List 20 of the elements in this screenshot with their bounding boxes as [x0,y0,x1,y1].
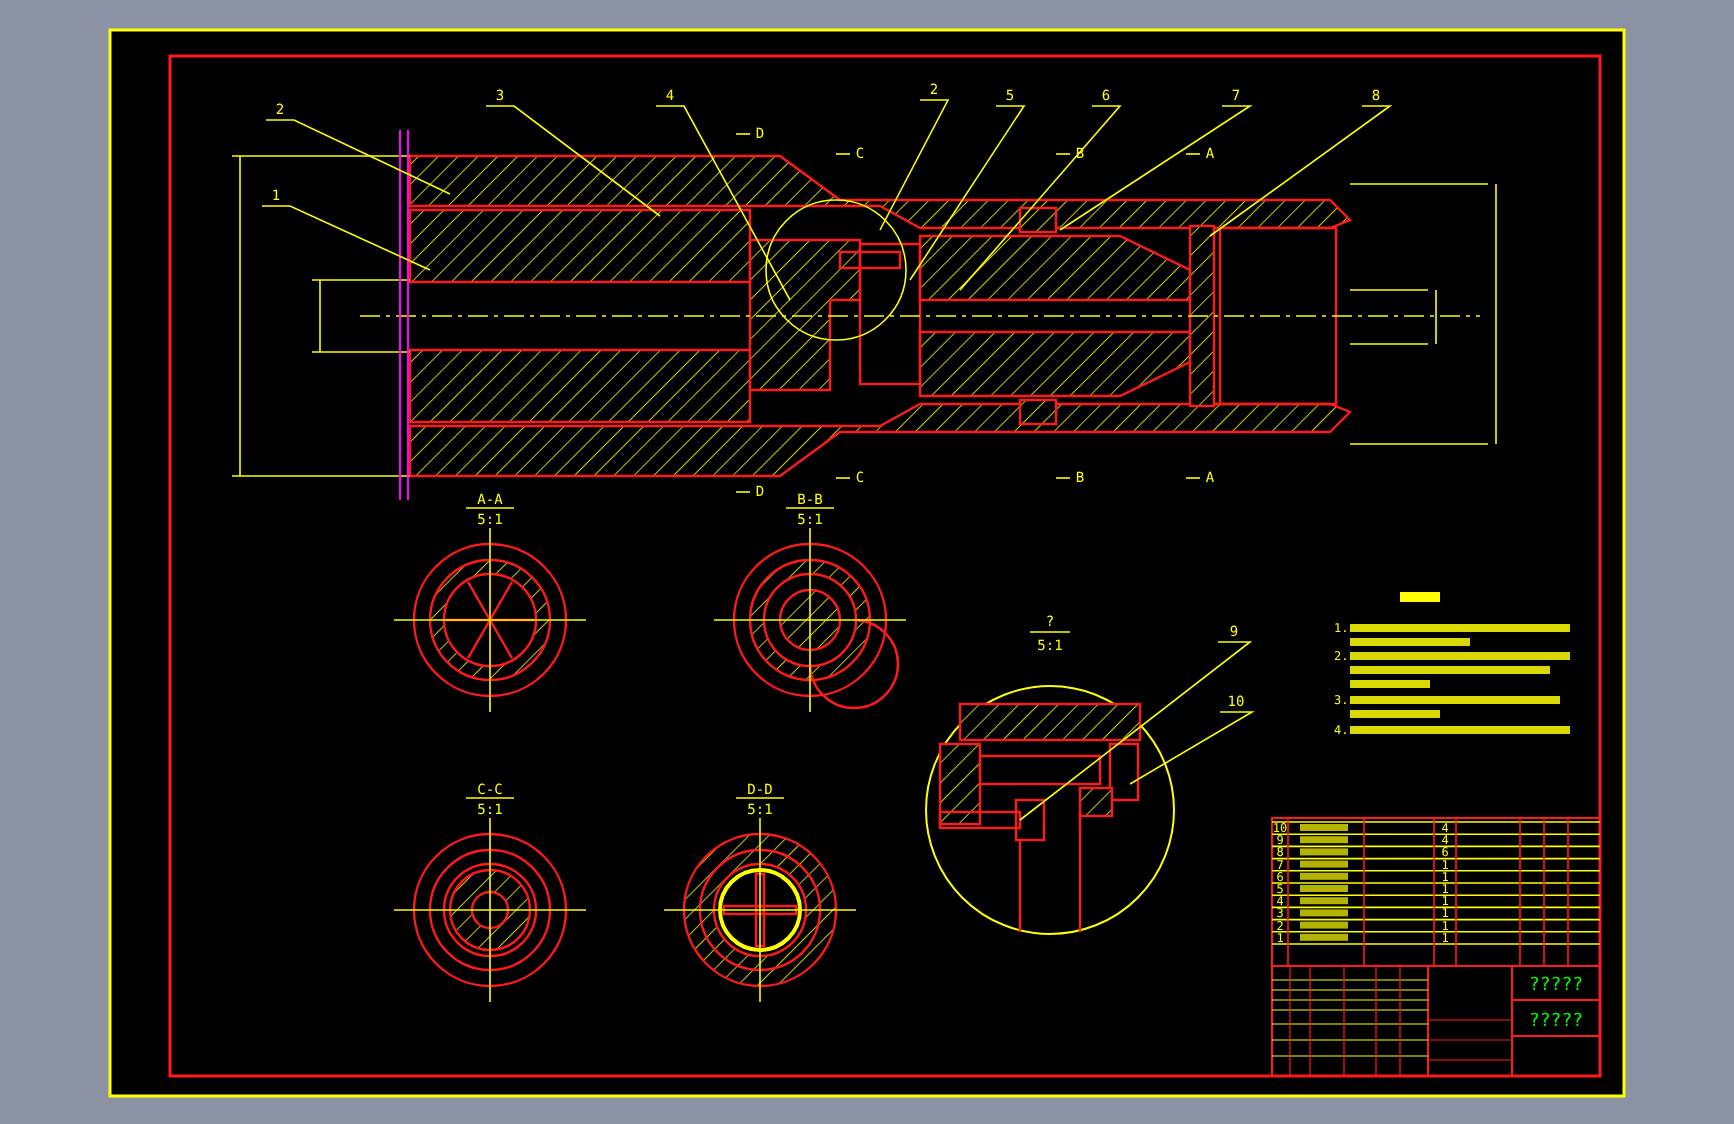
illegible-cell-drawing [1300,860,1348,868]
illegible-cell-drawing [1300,933,1348,941]
section-marker-icon [735,133,751,135]
title-block-text: ????? [1528,976,1584,996]
section-marker-icon [835,153,851,155]
illegible-cell-drawing [1300,897,1348,905]
illegible-cell-drawing [1300,824,1348,831]
illegible-cell-drawing [1300,836,1348,844]
illegible-cell-drawing [1300,872,1348,880]
section-marker-icon [835,477,851,479]
section-marker-icon [1055,477,1071,479]
section-marker-icon [735,491,751,493]
section-marker-icon [1185,477,1201,479]
illegible-cell-drawing [1300,848,1348,856]
section-marker-icon [1185,153,1201,155]
illegible-cell-drawing [1300,909,1348,917]
illegible-cell-drawing [1300,921,1348,929]
section-marker-icon [1055,153,1071,155]
illegible-cell-drawing [1300,885,1348,892]
title-block-text: ????? [1528,1012,1584,1032]
